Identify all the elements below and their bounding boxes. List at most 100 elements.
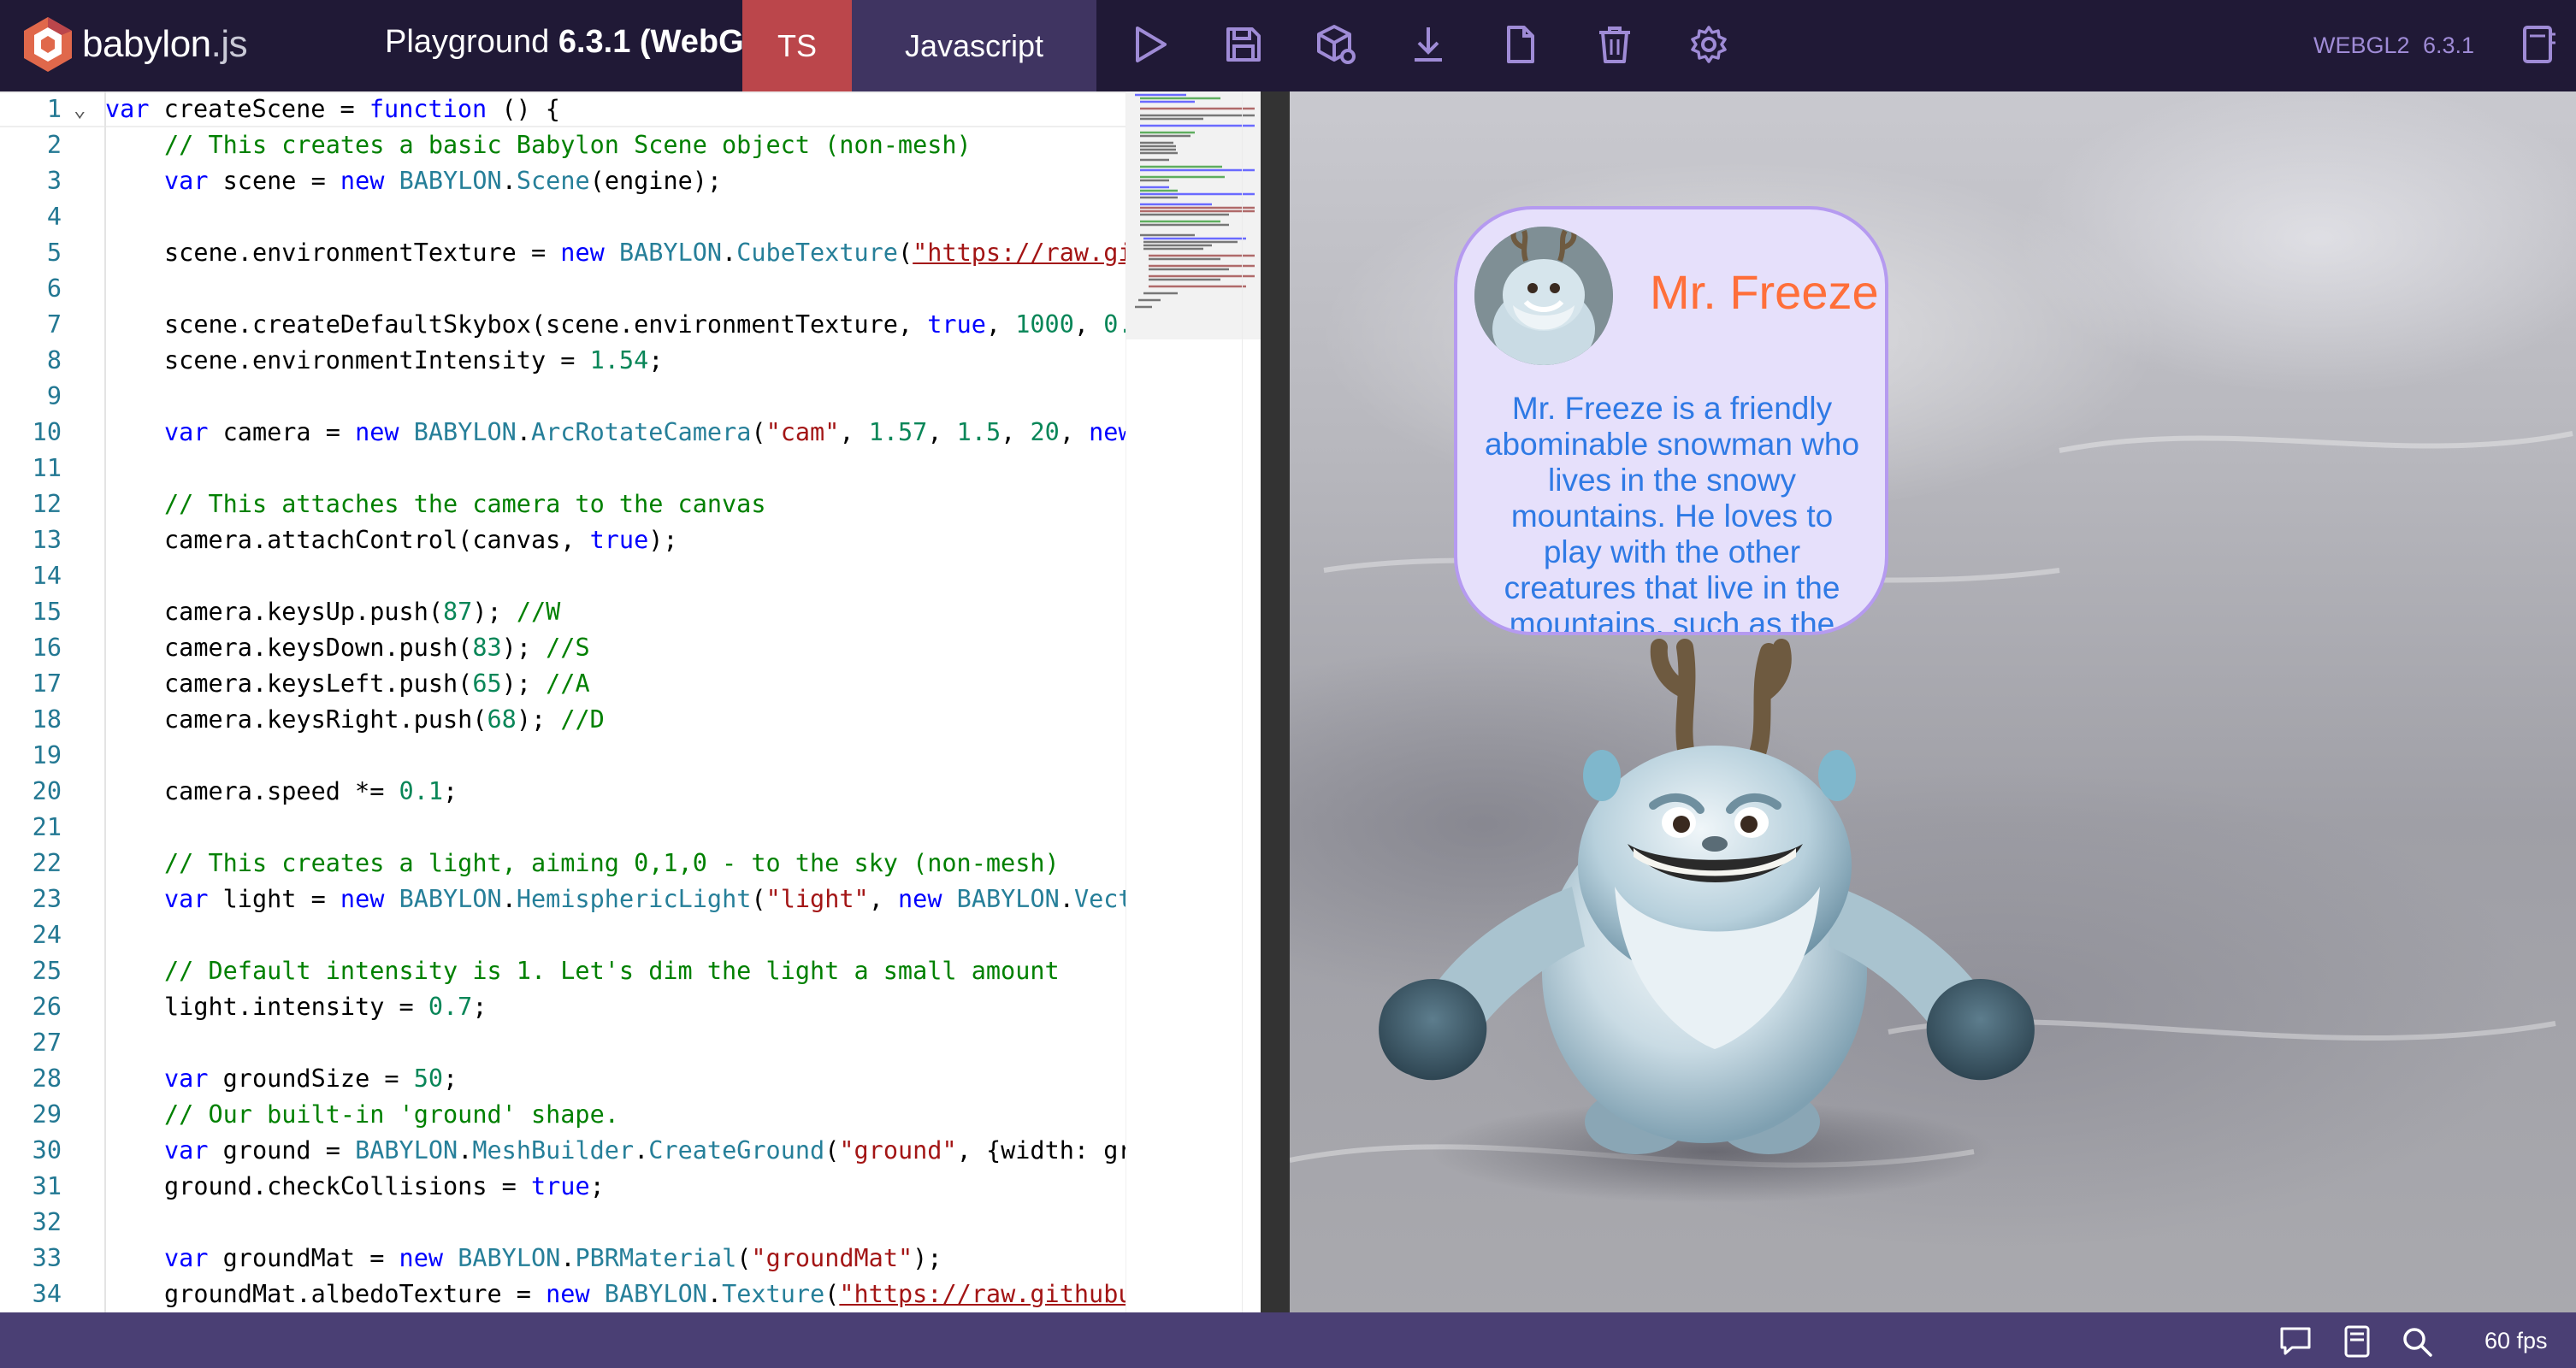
panel-splitter[interactable] xyxy=(1261,91,1290,1312)
code-line[interactable]: 13 camera.attachControl(canvas, true); xyxy=(0,522,1126,558)
line-number: 28 xyxy=(32,1064,62,1093)
line-number: 20 xyxy=(32,777,62,805)
url-link[interactable]: "https://raw.githubus xyxy=(839,1280,1147,1308)
line-number: 34 xyxy=(32,1280,62,1308)
babylon-version-label[interactable]: 6.3.1 xyxy=(2423,32,2474,59)
line-number: 15 xyxy=(32,598,62,626)
settings-icon[interactable] xyxy=(1687,22,1731,67)
logo-text: babylon.js xyxy=(82,23,248,65)
line-number: 2 xyxy=(46,131,62,159)
code-line[interactable]: 11 xyxy=(0,451,1126,486)
tab-typescript[interactable]: TS xyxy=(742,0,852,91)
line-number: 8 xyxy=(46,346,62,374)
line-number: 7 xyxy=(46,310,62,339)
code-line[interactable]: 17 camera.keysLeft.push(65); //A xyxy=(0,666,1126,702)
editor-scrollbar[interactable] xyxy=(1242,91,1260,1312)
code-line[interactable]: 12// This attaches the camera to the can… xyxy=(0,486,1126,522)
code-line[interactable]: 9 xyxy=(0,379,1126,415)
line-number: 11 xyxy=(32,454,62,482)
playground-title: Playground 6.3.1 (WebGL2) xyxy=(385,24,793,60)
inspector-icon[interactable] xyxy=(1314,22,1358,67)
code-lines[interactable]: 1 ⌄ var createScene = function () { 2// Th… xyxy=(0,91,1148,1312)
code-line[interactable]: 25// Default intensity is 1. Let's dim t… xyxy=(0,953,1126,989)
code-line[interactable]: 29// Our built-in 'ground' shape. xyxy=(0,1097,1126,1133)
download-icon[interactable] xyxy=(1406,22,1450,67)
code-line[interactable]: 16 camera.keysDown.push(83); //S xyxy=(0,630,1126,666)
line-number: 9 xyxy=(46,382,62,410)
code-line[interactable]: 15 camera.keysUp.push(87); //W xyxy=(0,594,1126,630)
code-line[interactable]: 10 var camera = new BABYLON.ArcRotateCame… xyxy=(0,415,1133,451)
code-line[interactable]: 18 camera.keysRight.push(68); //D xyxy=(0,702,1126,738)
search-icon[interactable] xyxy=(2400,1324,2434,1359)
minimap-lines xyxy=(1135,93,1255,309)
code-line[interactable]: 4 xyxy=(0,199,1126,235)
delete-icon[interactable] xyxy=(1592,22,1637,67)
line-number: 16 xyxy=(32,634,62,662)
code-line[interactable]: 8 scene.environmentIntensity = 1.54; xyxy=(0,343,1126,379)
code-line[interactable]: 7 scene.createDefaultSkybox(scene.environ… xyxy=(0,307,1148,343)
code-line[interactable]: 1 ⌄ var createScene = function () { xyxy=(0,91,1126,127)
line-number: 27 xyxy=(32,1029,62,1057)
code-line[interactable]: 5 scene.environmentTexture = new BABYLON.… xyxy=(0,235,1148,271)
code-line[interactable]: 3 var scene = new BABYLON.Scene(engine); xyxy=(0,163,1126,199)
code-line[interactable]: 31 ground.checkCollisions = true; xyxy=(0,1169,1126,1205)
character-name: Mr. Freeze xyxy=(1650,265,1879,319)
babylon-logo[interactable]: babylon.js xyxy=(22,15,248,74)
line-number: 32 xyxy=(32,1208,62,1236)
line-number: 5 xyxy=(46,239,62,267)
line-number: 30 xyxy=(32,1136,62,1165)
line-number: 4 xyxy=(46,203,62,231)
line-number: 19 xyxy=(32,741,62,770)
line-number: 26 xyxy=(32,993,62,1021)
line-number: 31 xyxy=(32,1172,62,1200)
code-minimap[interactable] xyxy=(1126,91,1261,1312)
line-number: 6 xyxy=(46,274,62,303)
code-line[interactable]: 28 var groundSize = 50; xyxy=(0,1061,1126,1097)
notes-icon[interactable] xyxy=(2340,1324,2374,1359)
code-line[interactable]: 23 var light = new BABYLON.HemisphericLig… xyxy=(0,882,1148,917)
line-number: 25 xyxy=(32,957,62,985)
line-number: 22 xyxy=(32,849,62,877)
line-number: 29 xyxy=(32,1100,62,1129)
code-line[interactable]: 32 xyxy=(0,1205,1126,1241)
play-icon[interactable] xyxy=(1127,22,1172,67)
save-icon[interactable] xyxy=(1221,22,1266,67)
engine-version-label[interactable]: WEBGL2 xyxy=(2313,32,2410,59)
code-line[interactable]: 2// This creates a basic Babylon Scene o… xyxy=(0,127,1126,163)
tab-javascript[interactable]: Javascript xyxy=(852,0,1096,91)
line-number: 3 xyxy=(46,167,62,195)
code-line[interactable]: 27 xyxy=(0,1025,1126,1061)
babylon-logo-icon xyxy=(24,17,72,72)
code-line[interactable]: 21 xyxy=(0,810,1126,846)
code-line[interactable]: 34 groundMat.albedoTexture = new BABYLON.… xyxy=(0,1277,1148,1312)
fps-counter: 60 fps xyxy=(2484,1328,2548,1353)
code-line[interactable]: 20 camera.speed *= 0.1; xyxy=(0,774,1126,810)
line-number: 14 xyxy=(32,562,62,590)
url-link[interactable]: "https://raw.git xyxy=(913,239,1148,267)
line-number: 21 xyxy=(32,813,62,841)
new-file-icon[interactable] xyxy=(1498,22,1543,67)
line-number: 33 xyxy=(32,1244,62,1272)
line-number: 1 xyxy=(46,95,62,123)
line-number: 13 xyxy=(32,526,62,554)
render-canvas[interactable]: Mr. Freeze Mr. Freeze is a friendly abom… xyxy=(1290,91,2576,1312)
line-number: 23 xyxy=(32,885,62,913)
character-description: Mr. Freeze is a friendly abominable snow… xyxy=(1484,391,1860,635)
code-line[interactable]: 24 xyxy=(0,917,1126,953)
line-number: 17 xyxy=(32,669,62,698)
examples-icon[interactable] xyxy=(2516,22,2561,67)
code-line[interactable]: 19 xyxy=(0,738,1126,774)
code-editor[interactable]: 1 ⌄ var createScene = function () { 2// Th… xyxy=(0,91,1261,1312)
code-line[interactable]: 26 light.intensity = 0.7; xyxy=(0,989,1126,1025)
code-line[interactable]: 33 var groundMat = new BABYLON.PBRMateria… xyxy=(0,1241,1126,1277)
code-line[interactable]: 14 xyxy=(0,558,1126,594)
code-line[interactable]: 22// This creates a light, aiming 0,1,0 … xyxy=(0,846,1126,882)
character-info-card[interactable]: Mr. Freeze Mr. Freeze is a friendly abom… xyxy=(1454,206,1888,635)
character-avatar xyxy=(1474,227,1613,365)
code-line[interactable]: 6 xyxy=(0,271,1126,307)
chat-icon[interactable] xyxy=(2278,1324,2313,1359)
line-number: 18 xyxy=(32,705,62,734)
fold-chevron-icon[interactable]: ⌄ xyxy=(74,91,86,127)
code-line[interactable]: 30 var ground = BABYLON.MeshBuilder.Creat… xyxy=(0,1133,1148,1169)
bottom-status-bar: 60 fps xyxy=(0,1312,2576,1368)
